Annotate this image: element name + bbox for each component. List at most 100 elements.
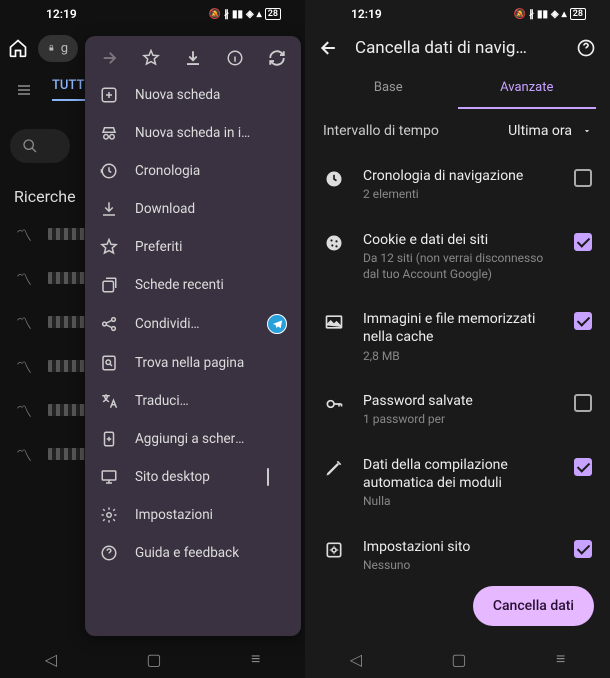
menu-item-help[interactable]: Guida e feedback bbox=[85, 534, 301, 572]
add-home-icon bbox=[99, 430, 119, 448]
item-title: Cookie e dati dei siti bbox=[363, 231, 556, 249]
nav-home-icon[interactable]: ▢ bbox=[451, 650, 466, 669]
menu-item-download[interactable]: Download bbox=[85, 190, 301, 228]
trending-icon: 〽 bbox=[16, 442, 32, 466]
battery-icon: 28 bbox=[570, 8, 586, 20]
menu-item-find[interactable]: Trova nella pagina bbox=[85, 344, 301, 382]
menu-label: Cronologia bbox=[135, 163, 251, 179]
nav-bar: ◁ ▢ ≡ bbox=[305, 640, 610, 678]
trending-icon: 〽 bbox=[16, 310, 32, 334]
menu-item-desktop[interactable]: Sito desktop bbox=[85, 458, 301, 496]
incognito-icon bbox=[99, 124, 119, 142]
item-subtitle: 2 elementi bbox=[363, 187, 556, 203]
menu-label: Aggiungi a schermata H… bbox=[135, 431, 251, 447]
menu-item-plus-box[interactable]: Nuova scheda bbox=[85, 76, 301, 114]
wifi-icon: ◈ bbox=[246, 9, 254, 20]
status-bar: 12:19 🔕 ∦ ▮▮ ◈ ▴ 28 bbox=[0, 0, 305, 28]
menu-item-history[interactable]: Cronologia bbox=[85, 152, 301, 190]
time-range-dropdown[interactable]: Ultima ora bbox=[508, 123, 592, 139]
history-icon bbox=[99, 162, 119, 180]
trending-icon: 〽 bbox=[16, 266, 32, 290]
desktop-icon bbox=[99, 468, 119, 486]
home-icon[interactable] bbox=[8, 38, 28, 58]
item-title: Cronologia di navigazione bbox=[363, 167, 556, 185]
nav-recent-icon[interactable]: ≡ bbox=[251, 649, 260, 669]
help-icon[interactable] bbox=[576, 38, 596, 58]
help-icon bbox=[99, 544, 119, 562]
status-icons: 🔕 ∦ ▮▮ ◈ ▴ 28 bbox=[514, 8, 587, 20]
bluetooth-icon: ∦ bbox=[529, 9, 534, 20]
download-icon[interactable] bbox=[183, 48, 203, 68]
clear-item-clock[interactable]: Cronologia di navigazione 2 elementi bbox=[305, 153, 610, 217]
menu-label: Nuova scheda in incogn… bbox=[135, 125, 251, 141]
search-field[interactable] bbox=[10, 129, 70, 163]
menu-label: Traduci… bbox=[135, 393, 251, 409]
item-checkbox[interactable] bbox=[574, 233, 592, 251]
item-checkbox[interactable] bbox=[574, 312, 592, 330]
nav-back-icon[interactable]: ◁ bbox=[350, 650, 362, 669]
star-icon[interactable] bbox=[141, 48, 161, 68]
menu-item-translate[interactable]: Traduci… bbox=[85, 382, 301, 420]
nav-back-icon[interactable]: ◁ bbox=[45, 650, 57, 669]
wifi-icon: ◈ bbox=[551, 9, 559, 20]
forward-icon[interactable] bbox=[99, 48, 119, 68]
item-title: Impostazioni sito bbox=[363, 538, 556, 556]
menu-item-gear[interactable]: Impostazioni bbox=[85, 496, 301, 534]
menu-toolbar bbox=[85, 36, 301, 76]
menu-label: Sito desktop bbox=[135, 469, 251, 485]
page-header: Cancella dati di navig… bbox=[305, 28, 610, 68]
key-icon bbox=[323, 394, 345, 414]
telegram-icon bbox=[267, 314, 287, 334]
clear-item-edit[interactable]: Dati della compilazione automatica dei m… bbox=[305, 442, 610, 524]
refresh-icon[interactable] bbox=[267, 48, 287, 68]
desktop-checkbox[interactable] bbox=[267, 468, 269, 486]
tab-advanced[interactable]: Avanzate bbox=[458, 68, 597, 109]
signal-icon: ▮▮ bbox=[232, 9, 243, 20]
back-icon[interactable] bbox=[319, 38, 339, 58]
right-phone-frame: 12:19 🔕 ∦ ▮▮ ◈ ▴ 28 Cancella dati di nav… bbox=[305, 0, 610, 678]
menu-item-star[interactable]: Preferiti bbox=[85, 228, 301, 266]
menu-item-add-home[interactable]: Aggiungi a schermata H… bbox=[85, 420, 301, 458]
edit-icon bbox=[323, 458, 345, 478]
nav-home-icon[interactable]: ▢ bbox=[146, 650, 161, 669]
menu-label: Preferiti bbox=[135, 239, 251, 255]
item-subtitle: 1 password per bbox=[363, 412, 556, 428]
clear-item-image[interactable]: Immagini e file memorizzati nella cache2… bbox=[305, 296, 610, 378]
tab-tutti[interactable]: TUTTI bbox=[52, 78, 88, 101]
url-bar[interactable]: g bbox=[38, 35, 78, 62]
item-checkbox[interactable] bbox=[574, 394, 592, 412]
clear-data-button[interactable]: Cancella dati bbox=[473, 586, 594, 626]
info-icon[interactable] bbox=[225, 48, 245, 68]
chrome-menu: Nuova scheda Nuova scheda in incogn… Crono… bbox=[85, 36, 301, 636]
hamburger-icon[interactable] bbox=[14, 82, 34, 98]
chevron-down-icon bbox=[582, 126, 592, 136]
nav-bar: ◁ ▢ ≡ bbox=[0, 640, 305, 678]
nav-recent-icon[interactable]: ≡ bbox=[556, 649, 565, 669]
menu-item-incognito[interactable]: Nuova scheda in incogn… bbox=[85, 114, 301, 152]
menu-label: Guida e feedback bbox=[135, 545, 251, 561]
image-icon bbox=[323, 312, 345, 332]
clear-item-key[interactable]: Password salvate1 password per bbox=[305, 378, 610, 442]
find-icon bbox=[99, 354, 119, 372]
left-phone-frame: 12:19 🔕 ∦ ▮▮ ◈ ▴ 28 g TUTTI Ricerche 〽 〽… bbox=[0, 0, 305, 678]
menu-label: Schede recenti bbox=[135, 277, 251, 293]
time-range-row[interactable]: Intervallo di tempo Ultima ora bbox=[305, 109, 610, 153]
time-range-label: Intervallo di tempo bbox=[323, 123, 439, 139]
menu-item-tabs[interactable]: Schede recenti bbox=[85, 266, 301, 304]
menu-item-share[interactable]: Condividi… bbox=[85, 304, 301, 344]
item-checkbox[interactable] bbox=[574, 540, 592, 558]
star-icon bbox=[99, 238, 119, 256]
item-subtitle: 2,8 MB bbox=[363, 349, 556, 365]
trending-icon: 〽 bbox=[16, 222, 32, 246]
clear-item-cookie[interactable]: Cookie e dati dei sitiDa 12 siti (non ve… bbox=[305, 217, 610, 296]
signal2-icon: ▴ bbox=[257, 9, 262, 20]
plus-box-icon bbox=[99, 86, 119, 104]
clear-item-settings-box[interactable]: Impostazioni sito Nessuno bbox=[305, 524, 610, 588]
item-checkbox[interactable] bbox=[574, 169, 592, 187]
bluetooth-icon: ∦ bbox=[224, 9, 229, 20]
menu-label: Impostazioni bbox=[135, 507, 251, 523]
item-subtitle: Nessuno bbox=[363, 558, 556, 574]
item-checkbox[interactable] bbox=[574, 458, 592, 476]
tab-base[interactable]: Base bbox=[319, 68, 458, 109]
mute-icon: 🔕 bbox=[209, 9, 221, 20]
